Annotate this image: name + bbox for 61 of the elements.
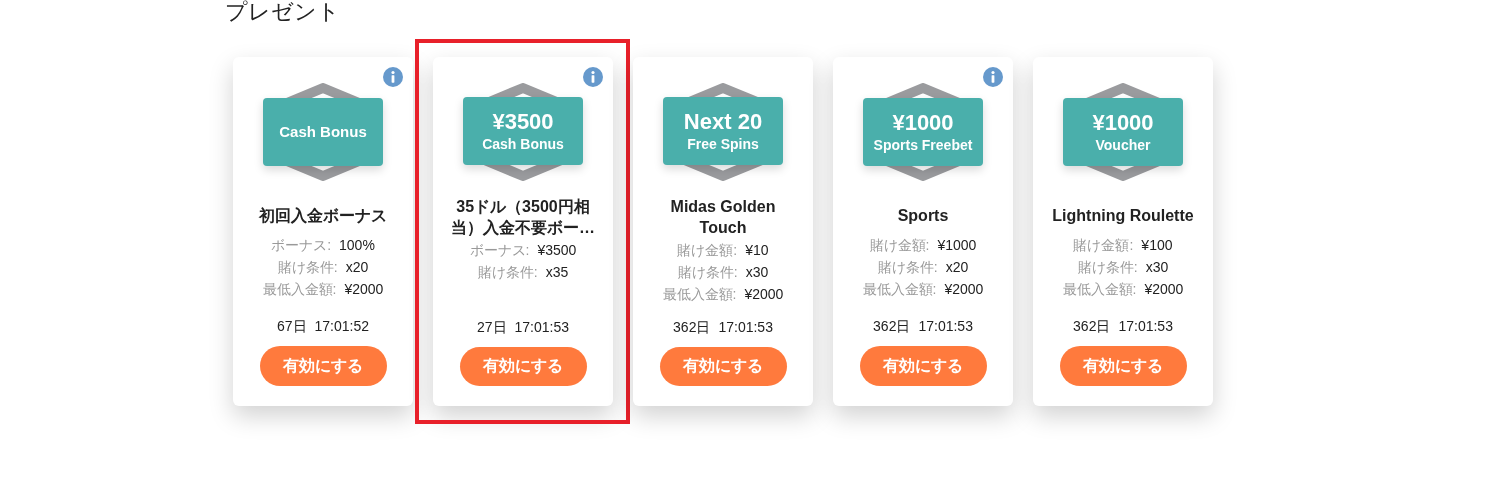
detail-label: 最低入金額: (1062, 281, 1137, 297)
detail-label: 最低入金額: (862, 281, 937, 297)
detail-value: ¥2000 (744, 286, 784, 303)
detail-value: 100% (339, 237, 375, 253)
activate-button[interactable]: 有効にする (259, 346, 387, 386)
days-remaining: 362日 (1073, 318, 1111, 334)
time-remaining: 17:01:53 (718, 318, 773, 335)
badge-amount: ¥3500 (492, 109, 554, 136)
detail-label: ボーナス: (469, 242, 530, 259)
badge-label: Voucher (1095, 136, 1151, 154)
detail-label: 賭け条件: (1077, 259, 1138, 275)
badge-amount: ¥1000 (1092, 110, 1154, 136)
days-remaining: 67日 (276, 318, 307, 334)
detail-value: ¥3500 (537, 242, 577, 259)
card-title: Lightning Roulette (1051, 206, 1195, 226)
detail-label: 賭け条件: (677, 264, 738, 281)
detail-label: 最低入金額: (662, 286, 737, 303)
card-title: Midas Golden Touch (669, 197, 777, 238)
days-remaining: 362日 (873, 318, 911, 334)
detail-value: ¥100 (1141, 237, 1173, 253)
activate-button[interactable]: 有効にする (859, 346, 987, 386)
activate-button[interactable]: 有効にする (459, 346, 587, 386)
days-remaining: 27日 (476, 318, 507, 335)
detail-label: 賭け金額: (1073, 237, 1134, 253)
detail-value: x35 (545, 264, 569, 281)
detail-value: ¥2000 (1144, 281, 1184, 297)
detail-value: ¥1000 (937, 237, 977, 253)
badge-amount: Next 20 (683, 109, 763, 136)
detail-label: 賭け条件: (477, 264, 538, 281)
activate-button[interactable]: 有効にする (659, 346, 787, 386)
time-remaining: 17:01:53 (918, 318, 973, 334)
detail-value: ¥2000 (944, 281, 984, 297)
time-remaining: 17:01:53 (1118, 318, 1173, 334)
card-title: Sports (896, 206, 950, 226)
info-icon[interactable] (383, 67, 403, 87)
activate-button[interactable]: 有効にする (1059, 346, 1187, 386)
card-title: 35ドル（3500円相当）入金不要ボー… (450, 197, 596, 238)
card-title: 初回入金ボーナス (258, 206, 388, 226)
detail-value: ¥2000 (344, 281, 384, 297)
time-remaining: 17:01:52 (314, 318, 370, 334)
badge-label: Sports Freebet (873, 136, 973, 154)
badge-label: Cash Bonus (279, 123, 367, 141)
detail-label: ボーナス: (271, 237, 332, 253)
detail-label: 賭け金額: (869, 237, 930, 253)
badge-label: Free Spins (687, 135, 759, 154)
time-remaining: 17:01:53 (514, 318, 570, 335)
info-icon[interactable] (983, 67, 1003, 87)
detail-label: 賭け金額: (677, 242, 738, 259)
badge-amount: ¥1000 (892, 110, 954, 136)
detail-value: ¥10 (745, 242, 769, 259)
detail-value: x20 (345, 259, 369, 275)
section-title: プレゼント (225, 0, 341, 24)
detail-label: 最低入金額: (262, 281, 337, 297)
badge-label: Cash Bonus (482, 135, 564, 154)
detail-label: 賭け条件: (277, 259, 338, 275)
detail-value: x30 (1145, 259, 1169, 275)
detail-value: x20 (945, 259, 969, 275)
detail-label: 賭け条件: (877, 259, 938, 275)
info-icon[interactable] (583, 67, 603, 87)
detail-value: x30 (745, 264, 769, 281)
days-remaining: 362日 (673, 318, 711, 335)
